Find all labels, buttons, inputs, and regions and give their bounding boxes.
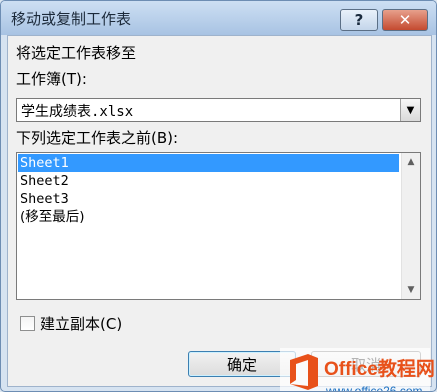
list-item-sheet1[interactable]: Sheet1 bbox=[18, 154, 399, 172]
scroll-up-button[interactable]: ▲ bbox=[402, 153, 420, 171]
dialog-body: 将选定工作表移至 工作簿(T): 学生成绩表.xlsx ▼ 下列选定工作表之前(… bbox=[7, 35, 435, 391]
workbook-select-value: 学生成绩表.xlsx bbox=[21, 104, 134, 120]
list-item-sheet2[interactable]: Sheet2 bbox=[18, 172, 399, 190]
close-button[interactable]: ✕ bbox=[382, 9, 428, 31]
scroll-down-icon: ▼ bbox=[407, 285, 415, 295]
create-copy-checkbox[interactable] bbox=[20, 316, 35, 331]
workbook-label: 工作簿(T): bbox=[16, 70, 87, 88]
dialog-title: 移动或复制工作表 bbox=[11, 10, 132, 28]
dropdown-button[interactable]: ▼ bbox=[400, 99, 420, 121]
create-copy-label[interactable]: 建立副本(C) bbox=[40, 313, 122, 334]
scroll-down-button[interactable]: ▼ bbox=[402, 281, 420, 299]
vertical-scrollbar[interactable]: ▲ ▼ bbox=[401, 153, 420, 299]
dialog-window: 移动或复制工作表 ? ✕ 将选定工作表移至 工作簿(T): 学生成绩表.xlsx… bbox=[0, 0, 437, 392]
watermark-url: www.office26.com bbox=[326, 384, 423, 392]
move-to-label: 将选定工作表移至 bbox=[16, 44, 137, 62]
before-sheet-label: 下列选定工作表之前(B): bbox=[16, 129, 179, 147]
chevron-down-icon: ▼ bbox=[406, 104, 415, 116]
title-bar[interactable]: 移动或复制工作表 ? ✕ bbox=[1, 1, 436, 35]
sheet-listbox[interactable]: Sheet1 Sheet2 Sheet3 (移至最后) ▲ ▼ bbox=[16, 152, 421, 300]
list-item-move-to-end[interactable]: (移至最后) bbox=[18, 208, 399, 226]
scroll-up-icon: ▲ bbox=[407, 157, 415, 167]
office-logo-icon bbox=[290, 354, 318, 390]
list-item-sheet3[interactable]: Sheet3 bbox=[18, 190, 399, 208]
ok-button-label: 确定 bbox=[226, 355, 257, 374]
help-icon: ? bbox=[354, 11, 364, 29]
close-icon: ✕ bbox=[398, 11, 412, 29]
watermark-brand: Office教程网 bbox=[324, 359, 435, 380]
watermark: Office教程网 www.office26.com bbox=[280, 348, 435, 392]
help-button[interactable]: ? bbox=[340, 9, 378, 31]
workbook-select[interactable]: 学生成绩表.xlsx ▼ bbox=[16, 98, 421, 122]
